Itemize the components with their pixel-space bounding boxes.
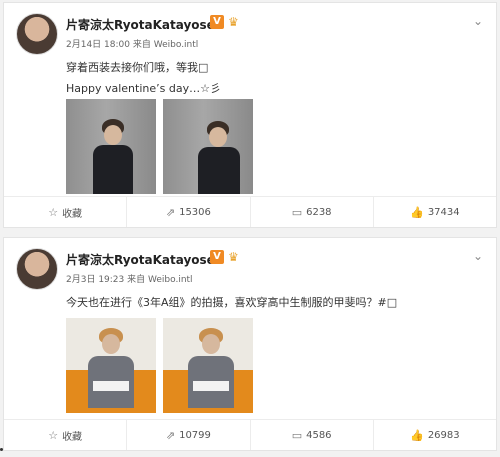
- comment-button[interactable]: ▭ 4586: [251, 420, 374, 450]
- post-text-line-1: 今天也在进行《3年A组》的拍摄，喜欢穿高中生制服的甲斐吗？#□: [66, 296, 398, 309]
- repost-count: 10799: [179, 429, 211, 441]
- weibo-post-2: 片寄涼太RyotaKatayose V ♛ 2月3日 19:23 来自 Weib…: [3, 237, 497, 451]
- post-photo-2[interactable]: [163, 99, 253, 194]
- post-source: 来自 Weibo.intl: [127, 275, 193, 285]
- crown-icon: ♛: [228, 15, 239, 29]
- star-icon: ☆: [48, 205, 59, 219]
- comment-button[interactable]: ▭ 6238: [251, 197, 374, 227]
- favorite-label: 收藏: [62, 431, 83, 443]
- chevron-down-icon[interactable]: ⌄: [470, 248, 486, 264]
- thumbs-up-icon: 👍: [410, 205, 424, 219]
- post-photo-1[interactable]: [66, 318, 156, 413]
- verified-v-icon: V: [210, 15, 224, 29]
- comment-count: 4586: [306, 429, 332, 441]
- like-count: 26983: [427, 429, 460, 441]
- post-actions: ☆ 收藏 ⇗ 15306 ▭ 6238 👍 37434: [4, 196, 496, 227]
- author-name[interactable]: 片寄涼太RyotaKatayose: [66, 251, 215, 268]
- weibo-post-1: 片寄涼太RyotaKatayose V ♛ 2月14日 18:00 来自 Wei…: [3, 2, 497, 228]
- post-photo-1[interactable]: [66, 99, 156, 194]
- crown-icon: ♛: [228, 250, 239, 264]
- post-meta: 2月14日 18:00 来自 Weibo.intl: [66, 37, 198, 50]
- repost-count: 15306: [179, 206, 211, 218]
- post-text-line-1: 穿着西装去接你们哦，等我□: [66, 61, 209, 74]
- like-button[interactable]: 👍 26983: [374, 420, 496, 450]
- bullet-dot: [0, 448, 3, 451]
- repost-icon: ⇗: [165, 428, 176, 442]
- post-meta: 2月3日 19:23 来自 Weibo.intl: [66, 272, 193, 285]
- favorite-label: 收藏: [62, 208, 83, 220]
- verified-v-icon: V: [210, 250, 224, 264]
- post-source: 来自 Weibo.intl: [132, 40, 199, 50]
- comment-icon: ▭: [291, 428, 303, 442]
- avatar[interactable]: [16, 13, 58, 55]
- favorite-button[interactable]: ☆ 收藏: [4, 420, 128, 450]
- repost-icon: ⇗: [165, 205, 176, 219]
- post-text-line-2: Happy valentine’s day…☆彡: [66, 82, 221, 95]
- star-icon: ☆: [48, 428, 59, 442]
- thumbs-up-icon: 👍: [410, 428, 424, 442]
- post-time: 2月14日 18:00: [66, 40, 130, 50]
- chevron-down-icon[interactable]: ⌄: [470, 13, 486, 29]
- post-photo-2[interactable]: [163, 318, 253, 413]
- author-name[interactable]: 片寄涼太RyotaKatayose: [66, 16, 215, 33]
- comment-icon: ▭: [291, 205, 303, 219]
- like-count: 37434: [427, 206, 460, 218]
- post-actions: ☆ 收藏 ⇗ 10799 ▭ 4586 👍 26983: [4, 419, 496, 450]
- repost-button[interactable]: ⇗ 15306: [127, 197, 251, 227]
- comment-count: 6238: [306, 206, 332, 218]
- avatar[interactable]: [16, 248, 58, 290]
- post-time: 2月3日 19:23: [66, 275, 125, 285]
- like-button[interactable]: 👍 37434: [374, 197, 496, 227]
- favorite-button[interactable]: ☆ 收藏: [4, 197, 128, 227]
- repost-button[interactable]: ⇗ 10799: [127, 420, 251, 450]
